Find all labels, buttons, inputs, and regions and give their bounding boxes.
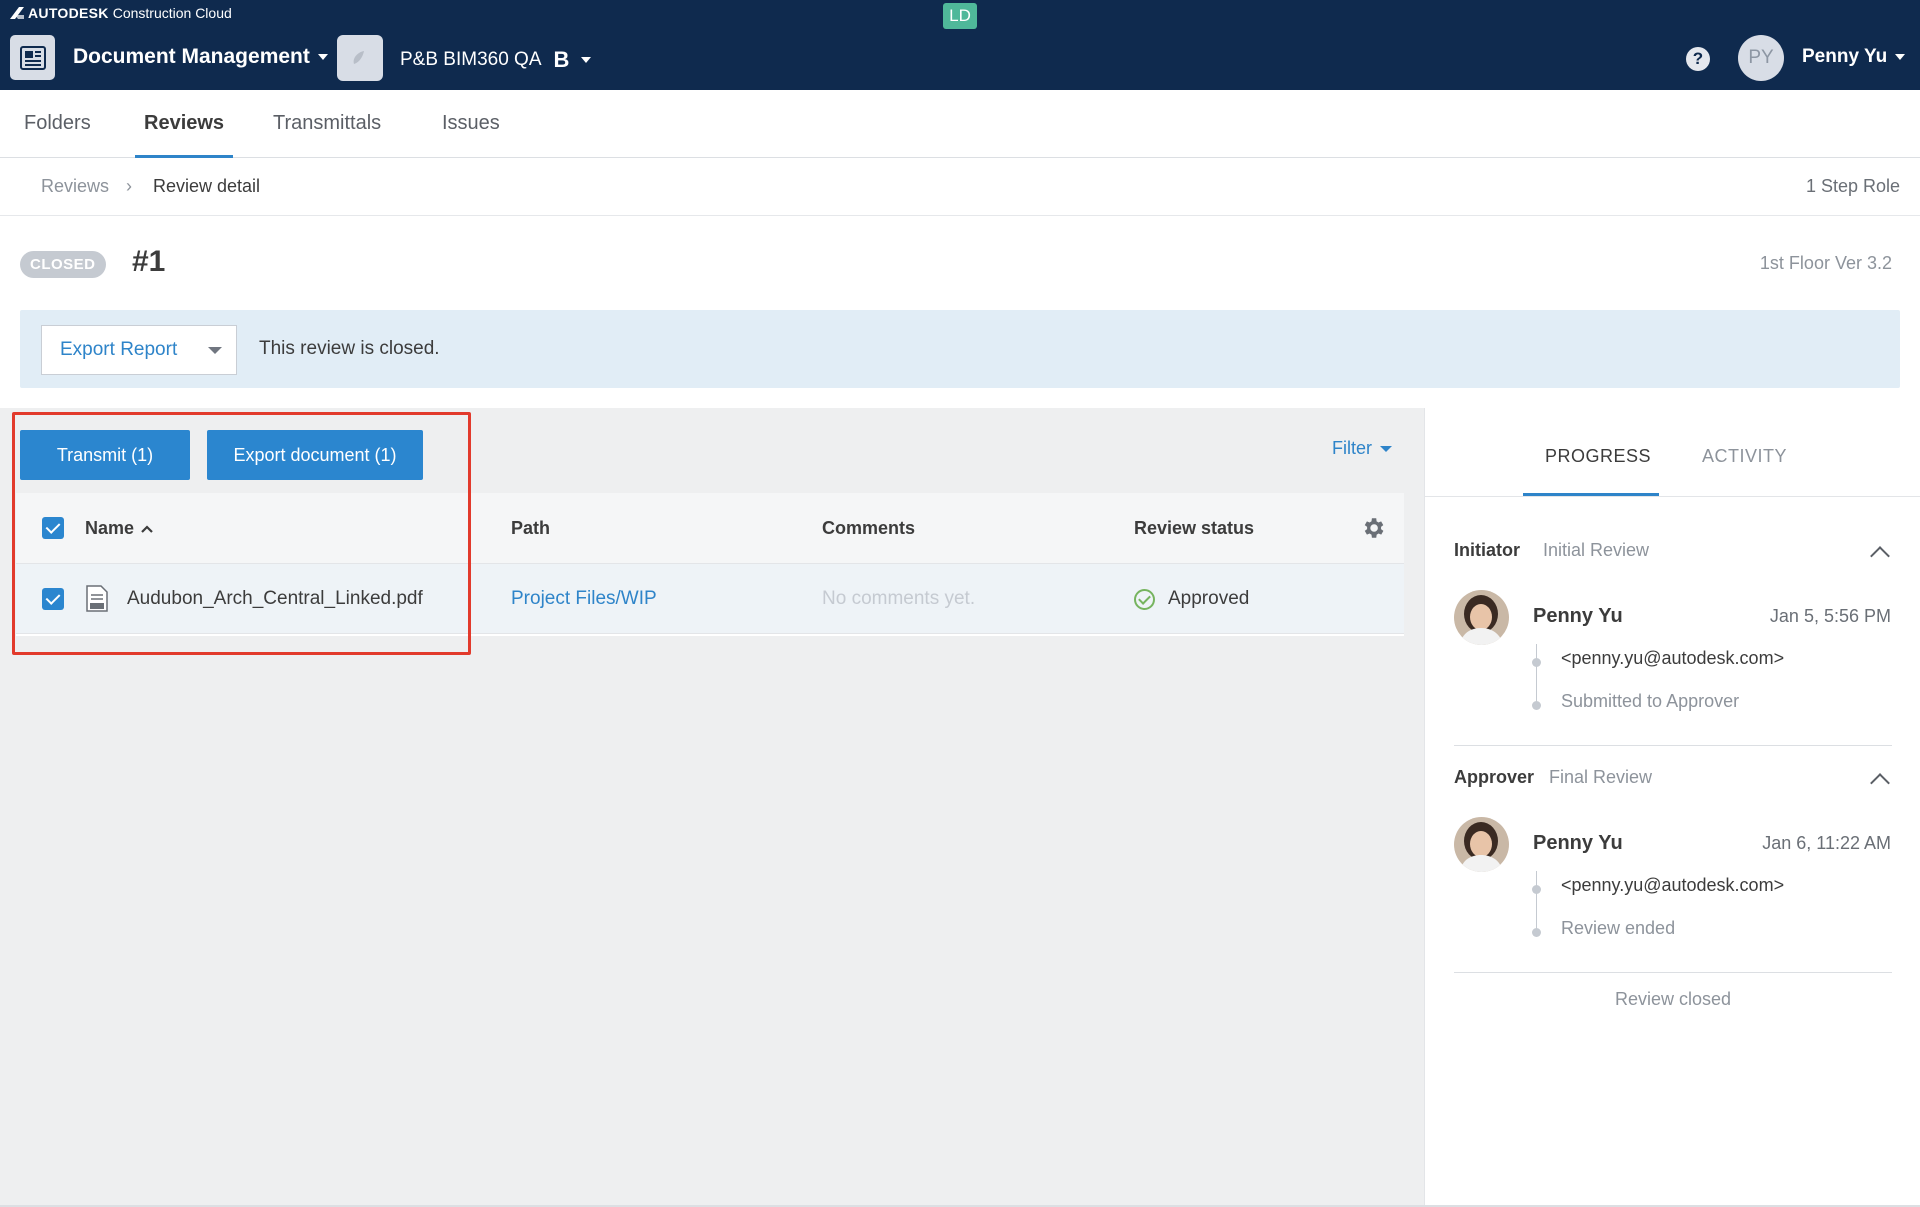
sort-ascending-icon	[141, 525, 153, 533]
brand-name: AUTODESK	[28, 5, 109, 21]
timeline-line	[1536, 644, 1537, 704]
tab-activity[interactable]: ACTIVITY	[1702, 446, 1787, 467]
project-name: P&B BIM360 QA	[400, 49, 542, 70]
help-icon[interactable]: ?	[1686, 47, 1710, 71]
export-report-dropdown[interactable]: Export Report	[41, 325, 237, 375]
export-report-label: Export Report	[60, 339, 178, 360]
reviewer-name: Penny Yu	[1533, 832, 1623, 854]
closed-message: This review is closed.	[259, 338, 440, 359]
document-management-icon	[19, 45, 46, 70]
step-name: Initial Review	[1543, 540, 1650, 560]
review-header: CLOSED #1 1st Floor Ver 3.2 Export Repor…	[0, 216, 1920, 408]
divider	[1454, 972, 1892, 973]
top-header: AUTODESK Construction Cloud LD Document …	[0, 0, 1920, 90]
progress-panel: PROGRESS ACTIVITY Initiator Initial Revi…	[1424, 408, 1920, 1207]
chevron-down-icon	[581, 57, 592, 63]
brand-product: Construction Cloud	[112, 5, 232, 21]
row-checkbox[interactable]	[42, 588, 64, 610]
document-name[interactable]: Audubon_Arch_Central_Linked.pdf	[127, 588, 423, 610]
project-selector[interactable]: P&B BIM360 QA B	[400, 47, 592, 73]
breadcrumb: Reviews › Review detail 1 Step Role	[0, 158, 1920, 216]
reviewer-name: Penny Yu	[1533, 605, 1623, 627]
timeline-dot	[1532, 885, 1541, 894]
document-list-area: Transmit (1) Export document (1) Filter …	[0, 408, 1424, 1207]
breadcrumb-separator-icon: ›	[126, 176, 132, 196]
table-row[interactable]: Audubon_Arch_Central_Linked.pdf Project …	[16, 564, 1404, 634]
column-name[interactable]: Name	[85, 518, 153, 539]
filter-button[interactable]: Filter	[1332, 438, 1392, 459]
brand: AUTODESK Construction Cloud	[10, 5, 232, 21]
user-name: Penny Yu	[1802, 46, 1888, 67]
chevron-up-icon[interactable]	[1870, 546, 1890, 566]
tab-folders[interactable]: Folders	[24, 90, 91, 158]
filter-label: Filter	[1332, 438, 1372, 458]
step-status: Review ended	[1561, 918, 1676, 938]
breadcrumb-current: Review detail	[153, 176, 261, 196]
column-review-status[interactable]: Review status	[1134, 518, 1254, 539]
app-switcher-button[interactable]	[10, 35, 55, 80]
timeline-dot	[1532, 701, 1541, 710]
step-timestamp: Jan 6, 11:22 AM	[1762, 833, 1891, 853]
autodesk-logo-icon	[10, 7, 24, 19]
reviewer-email: <penny.yu@autodesk.com>	[1561, 648, 1785, 668]
column-comments[interactable]: Comments	[822, 518, 915, 539]
step-timestamp: Jan 5, 5:56 PM	[1769, 606, 1891, 626]
timeline-line	[1536, 871, 1537, 931]
chevron-down-icon	[317, 54, 328, 60]
module-name: Document Management	[73, 45, 310, 68]
avatar	[1454, 817, 1509, 872]
status-badge: CLOSED	[20, 251, 106, 278]
pdf-file-icon	[86, 585, 108, 612]
step-name: Final Review	[1549, 767, 1653, 787]
project-b-icon: B	[553, 47, 570, 72]
documents-table: Name Path Comments Review status Audubon…	[16, 493, 1404, 636]
chevron-down-icon	[208, 346, 222, 354]
page-title: #1	[132, 245, 166, 278]
avatar[interactable]: PY	[1738, 35, 1784, 81]
avatar	[1454, 590, 1509, 645]
export-document-button[interactable]: Export document (1)	[207, 430, 423, 480]
active-tab-indicator	[1523, 493, 1659, 496]
settings-gear-icon[interactable]	[1360, 515, 1386, 541]
select-all-checkbox[interactable]	[42, 517, 64, 539]
review-status: Approved	[1168, 588, 1250, 609]
step-role: Initiator	[1454, 540, 1520, 560]
tab-reviews[interactable]: Reviews	[134, 90, 234, 158]
chevron-up-icon[interactable]	[1870, 773, 1890, 793]
column-path[interactable]: Path	[511, 518, 550, 539]
module-selector[interactable]: Document Management	[73, 45, 328, 69]
table-header: Name Path Comments Review status	[16, 493, 1404, 564]
timeline-dot	[1532, 928, 1541, 937]
tab-issues[interactable]: Issues	[442, 90, 500, 158]
tab-progress[interactable]: PROGRESS	[1545, 446, 1651, 467]
transmit-button[interactable]: Transmit (1)	[20, 430, 190, 480]
document-comments: No comments yet.	[822, 588, 976, 609]
tab-transmittals[interactable]: Transmittals	[273, 90, 381, 158]
chevron-down-icon	[1380, 445, 1392, 452]
side-tabs: PROGRESS ACTIVITY	[1425, 408, 1920, 497]
breadcrumb-reviews-link[interactable]: Reviews	[41, 176, 109, 197]
closed-notice: Export Report This review is closed.	[20, 310, 1900, 388]
workflow-name: 1 Step Role	[1805, 176, 1900, 196]
environment-badge: LD	[943, 3, 977, 29]
reviewer-email: <penny.yu@autodesk.com>	[1561, 875, 1785, 895]
document-path-link[interactable]: Project Files/WIP	[511, 588, 657, 610]
step-role: Approver	[1454, 767, 1535, 787]
project-thumb-icon[interactable]	[337, 35, 383, 81]
user-menu[interactable]: Penny Yu	[1802, 46, 1906, 68]
review-closed-label: Review closed	[1614, 989, 1732, 1009]
chevron-down-icon	[1895, 54, 1906, 60]
divider	[1454, 745, 1892, 746]
step-status: Submitted to Approver	[1561, 691, 1740, 711]
approved-check-icon	[1134, 589, 1155, 610]
module-tabs: Folders Reviews Transmittals Issues	[0, 90, 1920, 158]
timeline-dot	[1532, 658, 1541, 667]
review-name: 1st Floor Ver 3.2	[1759, 253, 1892, 273]
